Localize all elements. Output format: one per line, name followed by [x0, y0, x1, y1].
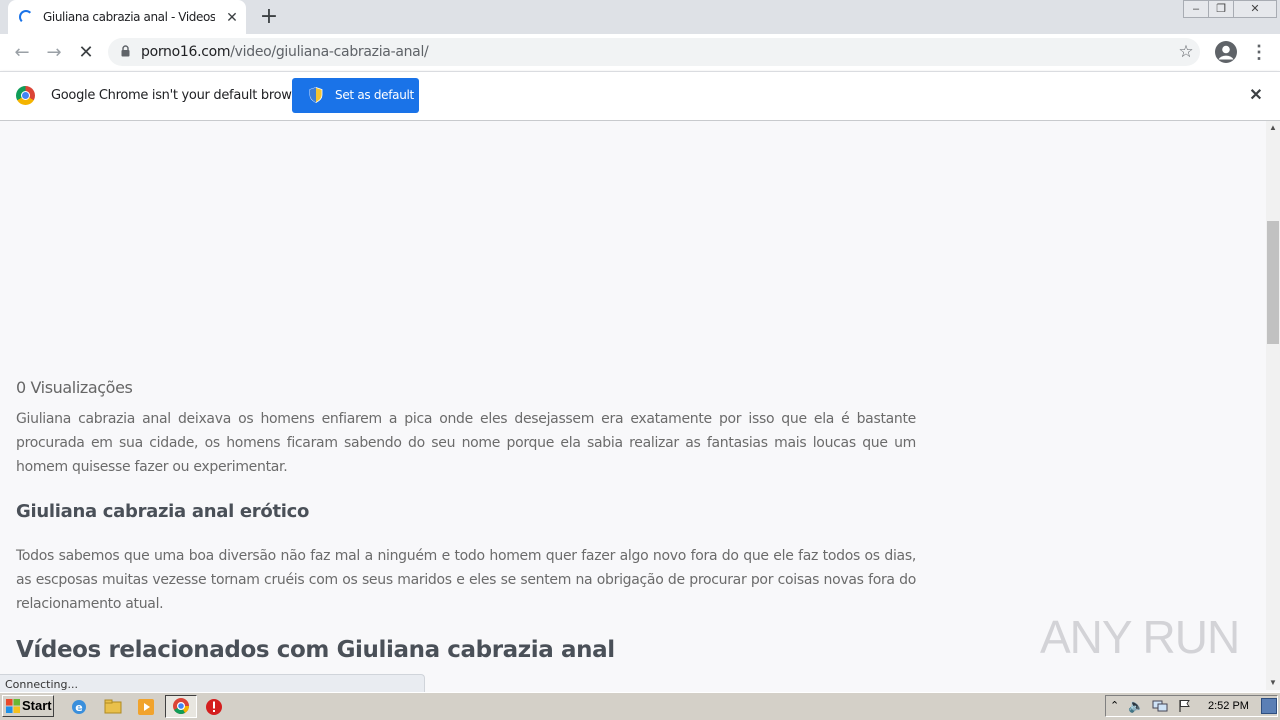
profile-icon[interactable]: [1215, 41, 1237, 63]
url-text: porno16.com/video/giuliana-cabrazia-anal…: [141, 44, 429, 60]
windows-flag-icon: [6, 699, 20, 713]
tab-close-icon[interactable]: ✕: [224, 9, 240, 25]
description-paragraph: Giuliana cabrazia anal deixava os homens…: [16, 411, 916, 475]
chrome-icon: [173, 698, 189, 714]
explorer-icon[interactable]: [104, 698, 122, 716]
shield-icon: [309, 87, 323, 103]
start-label: Start: [22, 698, 52, 713]
bookmark-star-icon[interactable]: ☆: [1176, 42, 1196, 62]
ie-icon[interactable]: e: [70, 698, 88, 716]
window-close-button[interactable]: ✕: [1233, 0, 1277, 18]
view-count: 0 Visualizações: [16, 378, 133, 397]
network-icon[interactable]: [1152, 699, 1168, 713]
section-paragraph: Todos sabemos que uma boa diversão não f…: [16, 548, 916, 612]
new-tab-button[interactable]: +: [258, 6, 280, 28]
antivirus-icon[interactable]: [205, 698, 223, 716]
scroll-down-arrow-icon[interactable]: ▼: [1266, 677, 1280, 689]
scroll-up-arrow-icon[interactable]: ▲: [1266, 122, 1280, 134]
scrollbar-track[interactable]: [1266, 121, 1280, 690]
stop-button[interactable]: ✕: [74, 41, 98, 65]
volume-icon[interactable]: 🔈: [1128, 698, 1144, 714]
menu-icon[interactable]: ⋮: [1250, 41, 1268, 63]
taskbar-clock: 2:52 PM: [1208, 700, 1249, 712]
scrollbar-thumb[interactable]: [1267, 221, 1279, 344]
status-bubble: Connecting...: [0, 674, 425, 692]
minimize-button[interactable]: –: [1183, 0, 1209, 18]
lock-icon: [121, 45, 130, 57]
anyrun-watermark: ANY RUN: [1040, 611, 1240, 663]
forward-button[interactable]: →: [42, 41, 66, 65]
infobar-close-icon[interactable]: ✕: [1247, 87, 1265, 105]
start-button[interactable]: Start: [2, 695, 54, 717]
related-videos-heading: Vídeos relacionados com Giuliana cabrazi…: [16, 637, 615, 663]
infobar-message: Google Chrome isn't your default browser: [51, 88, 311, 103]
tray-expand-icon[interactable]: ⌃: [1110, 699, 1119, 712]
show-desktop-button[interactable]: [1261, 698, 1277, 714]
tab-title: Giuliana cabrazia anal - Videos Xxx |: [43, 10, 215, 24]
set-as-default-button[interactable]: Set as default: [292, 78, 419, 113]
loading-spinner-icon: [19, 10, 33, 24]
restore-button[interactable]: ❐: [1208, 0, 1234, 18]
chrome-logo-center: [21, 91, 30, 100]
set-as-default-label: Set as default: [335, 88, 414, 102]
back-button[interactable]: ←: [10, 41, 34, 65]
action-center-flag-icon[interactable]: [1178, 699, 1192, 713]
chrome-taskbar-button[interactable]: [165, 695, 197, 718]
media-player-icon[interactable]: [137, 698, 155, 716]
page-content: 0 Visualizações Giuliana cabrazia anal d…: [0, 121, 1266, 690]
section-heading: Giuliana cabrazia anal erótico: [16, 501, 310, 522]
svg-text:e: e: [75, 701, 82, 714]
